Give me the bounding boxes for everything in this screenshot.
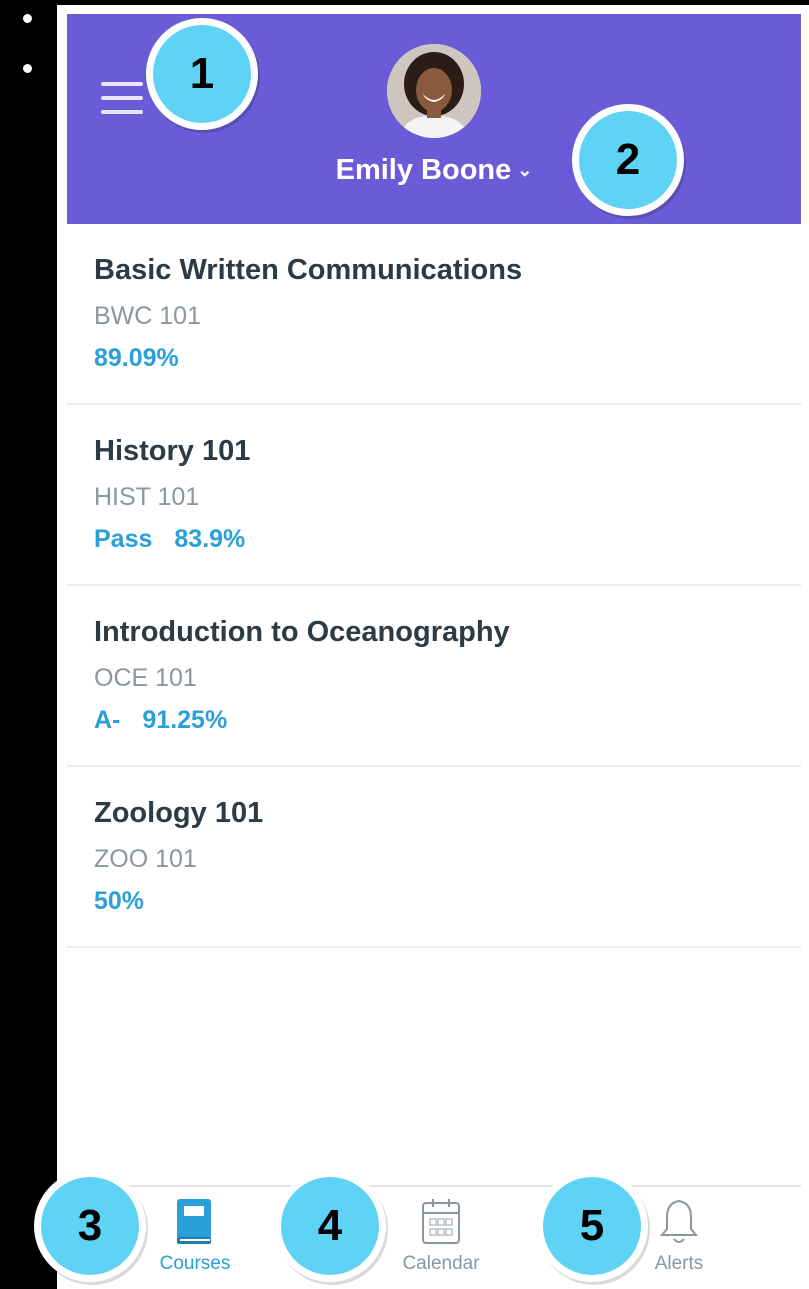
user-switcher[interactable]: Emily Boone ⌄ xyxy=(67,154,801,187)
calendar-icon xyxy=(422,1199,460,1244)
course-title: Introduction to Oceanography xyxy=(94,616,510,648)
course-grade: 89.09% xyxy=(94,344,179,373)
book-icon xyxy=(177,1199,211,1244)
tab-label: Courses xyxy=(159,1253,231,1274)
course-title: Zoology 101 xyxy=(94,797,264,829)
avatar[interactable] xyxy=(387,44,481,138)
course-row[interactable]: Introduction to Oceanography OCE 101 A- 9… xyxy=(67,586,801,767)
callout-badge-2: 2 xyxy=(572,104,684,216)
user-name: Emily Boone xyxy=(335,154,512,186)
callout-badge-5: 5 xyxy=(536,1170,648,1282)
grade-percent: 91.25% xyxy=(142,706,228,734)
grade-percent: 83.9% xyxy=(174,525,246,553)
course-title: Basic Written Communications xyxy=(94,254,523,286)
course-code: BWC 101 xyxy=(94,302,201,330)
course-row[interactable]: Basic Written Communications BWC 101 89.… xyxy=(67,224,801,405)
course-title: History 101 xyxy=(94,435,251,467)
chevron-down-icon: ⌄ xyxy=(517,160,533,180)
grade-percent: 89.09% xyxy=(94,344,179,372)
app-screen: Emily Boone ⌄ Basic Written Communication… xyxy=(57,5,809,1289)
course-row[interactable]: Zoology 101 ZOO 101 50% xyxy=(67,767,801,948)
callout-badge-3: 3 xyxy=(34,1170,146,1282)
avatar-photo-icon xyxy=(387,44,481,138)
grade-percent: 50% xyxy=(94,887,145,915)
course-grade: 50% xyxy=(94,887,144,916)
hamburger-menu-icon[interactable] xyxy=(101,82,143,114)
bell-icon xyxy=(659,1199,699,1243)
callout-badge-1: 1 xyxy=(146,18,258,130)
course-code: HIST 101 xyxy=(94,483,200,511)
callout-badge-4: 4 xyxy=(274,1170,386,1282)
grade-letter: Pass xyxy=(94,525,153,553)
course-code: ZOO 101 xyxy=(94,845,197,873)
tab-courses[interactable]: Courses xyxy=(125,1197,265,1275)
tab-calendar[interactable]: Calendar xyxy=(371,1197,511,1275)
tab-bar: Courses Calendar Alerts xyxy=(67,1185,801,1289)
course-row[interactable]: History 101 HIST 101 Pass 83.9% xyxy=(67,405,801,586)
course-list: Basic Written Communications BWC 101 89.… xyxy=(67,224,801,948)
course-grade: Pass 83.9% xyxy=(94,525,245,554)
course-code: OCE 101 xyxy=(94,664,197,692)
course-grade: A- 91.25% xyxy=(94,706,227,735)
bullet-dot xyxy=(23,14,32,23)
grade-letter: A- xyxy=(94,706,121,734)
bullet-dot xyxy=(23,64,32,73)
tab-label: Calendar xyxy=(402,1253,480,1274)
